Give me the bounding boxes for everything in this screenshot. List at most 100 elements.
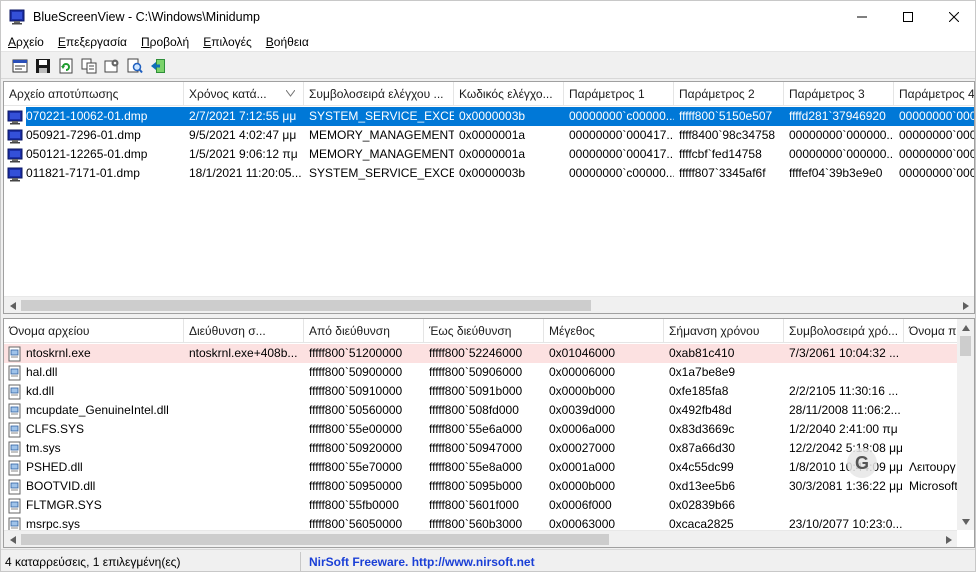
driver-row[interactable]: tm.sys fffff800`50920000 fffff800`50947000… <box>4 439 959 458</box>
cell-parameter-2: fffff807`3345af6f <box>679 166 766 180</box>
scroll-left-button[interactable] <box>4 297 21 313</box>
cell-product-name <box>904 344 959 363</box>
cell-from-address: fffff800`55e00000 <box>309 422 403 436</box>
menu-file[interactable]: Αρχείο <box>1 32 51 52</box>
driver-row[interactable]: mcupdate_GenuineIntel.dll fffff800`505600… <box>4 401 959 420</box>
cell-parameter-4: 00000000`0000 <box>894 107 974 126</box>
cell-filename: tm.sys <box>4 439 184 458</box>
menu-view[interactable]: Προβολή <box>134 32 196 52</box>
menu-options[interactable]: Επιλογές <box>196 32 259 52</box>
nirsoft-link[interactable]: NirSoft Freeware. http://www.nirsoft.net <box>301 552 535 572</box>
crash-list-scroll-thumb[interactable] <box>21 300 591 311</box>
cell-size: 0x01046000 <box>544 344 664 363</box>
column-header-parameter-4[interactable]: Παράμετρος 4 <box>894 82 974 106</box>
driver-filename: mcupdate_GenuineIntel.dll <box>26 403 169 417</box>
cell-filename: PSHED.dll <box>4 458 184 477</box>
column-header-crash-time[interactable]: Χρόνος κατά... <box>184 82 304 106</box>
scroll-down-button[interactable] <box>957 513 974 530</box>
copy-button[interactable] <box>78 55 100 77</box>
close-button[interactable] <box>931 1 975 32</box>
crash-row[interactable]: 011821-7171-01.dmp 18/1/2021 11:20:05... S… <box>4 164 974 183</box>
minimize-button[interactable] <box>839 1 885 32</box>
cell-address-in-stack <box>184 496 304 515</box>
exit-icon <box>151 58 165 73</box>
dump-filename: 050121-12265-01.dmp <box>26 147 148 161</box>
cell-address-in-stack <box>184 420 304 439</box>
exit-button[interactable] <box>147 55 169 77</box>
dump-file-icon <box>7 129 23 143</box>
crash-list-header: Αρχείο αποτύπωσης Χρόνος κατά... Συμβολο… <box>4 82 974 106</box>
cell-from-address: fffff800`50950000 <box>309 479 403 493</box>
properties-button[interactable] <box>9 55 31 77</box>
cell-size: 0x0000b000 <box>549 384 616 398</box>
crash-rows: 070221-10062-01.dmp 2/7/2021 7:12:55 μμ SY… <box>4 107 974 183</box>
driver-list-scroll-thumb[interactable] <box>21 534 609 545</box>
driver-file-icon <box>8 403 21 418</box>
cell-parameter-3: ffffef04`39b3e9e0 <box>789 166 883 180</box>
column-header-size[interactable]: Μέγεθος <box>544 319 664 343</box>
cell-to-address: fffff800`52246000 <box>424 344 544 363</box>
cell-timestamp: 0xd13ee5b6 <box>669 479 736 493</box>
crash-row[interactable]: 050921-7296-01.dmp 9/5/2021 4:02:47 μμ MEM… <box>4 126 974 145</box>
column-header-from-address[interactable]: Από διεύθυνση <box>304 319 424 343</box>
column-header-filename[interactable]: Όνομα αρχείου <box>4 319 184 343</box>
find-button[interactable] <box>124 55 146 77</box>
driver-list-horizontal-scrollbar[interactable] <box>4 530 957 547</box>
cell-parameter-2: ffff8400`98c34758 <box>679 128 776 142</box>
cell-timestamp: 0x4c55dc99 <box>669 460 734 474</box>
driver-filename: PSHED.dll <box>26 460 83 474</box>
cell-from-address: fffff800`50910000 <box>309 384 403 398</box>
cell-parameter-3: 00000000`000000... <box>789 147 894 161</box>
driver-file-icon <box>8 460 21 475</box>
window-title: BlueScreenView - C:\Windows\Minidump <box>33 9 260 24</box>
driver-row[interactable]: kd.dll fffff800`50910000 fffff800`5091b000… <box>4 382 959 401</box>
cell-product-name <box>904 382 959 401</box>
column-header-parameter-3[interactable]: Παράμετρος 3 <box>784 82 894 106</box>
driver-list[interactable]: Όνομα αρχείου Διεύθυνση σ... Από διεύθυν… <box>3 318 975 548</box>
cell-size: 0x00006000 <box>549 365 616 379</box>
driver-row[interactable]: FLTMGR.SYS fffff800`55fb0000 fffff800`5601… <box>4 496 959 515</box>
column-header-product-name[interactable]: Όνομα π <box>904 319 959 343</box>
driver-row[interactable]: BOOTVID.dll fffff800`50950000 fffff800`509… <box>4 477 959 496</box>
column-header-dump-file[interactable]: Αρχείο αποτύπωσης <box>4 82 184 106</box>
scroll-right-button[interactable] <box>957 297 974 313</box>
column-header-address-in-stack[interactable]: Διεύθυνση σ... <box>184 319 304 343</box>
column-header-parameter-2[interactable]: Παράμετρος 2 <box>674 82 784 106</box>
cell-parameter-1: 00000000`000417... <box>569 128 674 142</box>
driver-filename: hal.dll <box>26 365 58 379</box>
column-header-crash-time-label: Χρόνος κατά... <box>189 87 267 101</box>
dump-filename: 070221-10062-01.dmp <box>26 107 184 126</box>
refresh-button[interactable] <box>55 55 77 77</box>
crash-list[interactable]: Αρχείο αποτύπωσης Χρόνος κατά... Συμβολο… <box>3 81 975 314</box>
sort-descending-icon <box>286 90 295 97</box>
driver-list-vertical-scrollbar[interactable] <box>957 319 974 530</box>
scroll-left-button-bottom[interactable] <box>4 531 21 547</box>
title-bar[interactable]: BlueScreenView - C:\Windows\Minidump <box>1 1 975 32</box>
column-header-time-string[interactable]: Συμβολοσειρά χρό... <box>784 319 904 343</box>
driver-row[interactable]: CLFS.SYS fffff800`55e00000 fffff800`55e6a0… <box>4 420 959 439</box>
column-header-bug-check-code[interactable]: Κωδικός ελέγχο... <box>454 82 564 106</box>
driver-row[interactable]: ntoskrnl.exe ntoskrnl.exe+408b... fffff800… <box>4 344 959 363</box>
column-header-timestamp[interactable]: Σήμανση χρόνου <box>664 319 784 343</box>
menu-help[interactable]: Βοήθεια <box>259 32 316 52</box>
driver-row[interactable]: PSHED.dll fffff800`55e70000 fffff800`55e8a… <box>4 458 959 477</box>
column-header-bug-check-string[interactable]: Συμβολοσειρά ελέγχου ... <box>304 82 454 106</box>
menu-edit[interactable]: Επεξεργασία <box>51 32 134 52</box>
save-button[interactable] <box>32 55 54 77</box>
driver-row[interactable]: hal.dll fffff800`50900000 fffff800`5090600… <box>4 363 959 382</box>
scroll-right-button-bottom[interactable] <box>940 531 957 547</box>
driver-list-vertical-thumb[interactable] <box>960 336 971 356</box>
maximize-button[interactable] <box>885 1 931 32</box>
column-header-to-address[interactable]: Έως διεύθυνση <box>424 319 544 343</box>
cell-product-name <box>904 496 959 515</box>
column-header-parameter-1[interactable]: Παράμετρος 1 <box>564 82 674 106</box>
minimize-icon <box>857 16 867 17</box>
crash-row[interactable]: 050121-12265-01.dmp 1/5/2021 9:06:12 πμ ME… <box>4 145 974 164</box>
app-window: BlueScreenView - C:\Windows\Minidump Αρχ… <box>0 0 976 572</box>
driver-file-icon <box>8 422 21 437</box>
crash-list-horizontal-scrollbar[interactable] <box>4 296 974 313</box>
crash-row[interactable]: 070221-10062-01.dmp 2/7/2021 7:12:55 μμ SY… <box>4 107 974 126</box>
scroll-up-button[interactable] <box>957 319 974 336</box>
cell-to-address: fffff800`55e8a000 <box>429 460 523 474</box>
options-button[interactable] <box>101 55 123 77</box>
